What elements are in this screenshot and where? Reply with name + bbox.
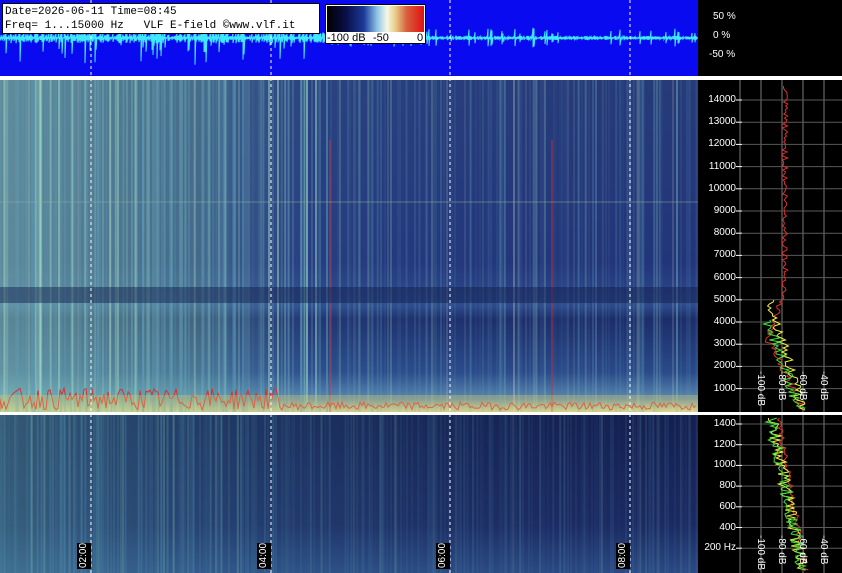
time-label-0800: 08:00 xyxy=(616,542,630,569)
date-time-line: Date=2026-06-11 Time=08:45 xyxy=(5,6,177,18)
freq-label: 1400 xyxy=(713,418,736,429)
colorbar-min-label: -100 dB xyxy=(327,32,366,44)
freq-label: 200 Hz xyxy=(704,542,736,554)
db-label: -80 dB xyxy=(776,535,787,565)
freq-label: 9000 xyxy=(713,205,736,216)
low-band-glow xyxy=(0,395,698,412)
colorbar-legend: -100 dB -50 0 xyxy=(325,4,426,44)
waveform-scale-top: 50 % xyxy=(713,11,736,22)
freq-label: 800 xyxy=(719,480,736,492)
time-label-0200: 02:00 xyxy=(77,542,91,569)
time-label-0400: 04:00 xyxy=(257,542,271,569)
freq-label: 1200 xyxy=(713,438,736,450)
freq-label: 11000 xyxy=(708,160,736,172)
colorbar-mid-label: -50 xyxy=(373,32,389,44)
db-label: -100 dB xyxy=(755,535,766,571)
info-header: Date=2026-06-11 Time=08:45 Freq= 1...150… xyxy=(2,3,320,34)
vlf-monitor-display: Date=2026-06-11 Time=08:45 Freq= 1...150… xyxy=(0,0,842,573)
separator-bar-2 xyxy=(0,412,842,415)
freq-label: 12000 xyxy=(708,138,736,150)
db-label: -100 dB xyxy=(755,371,766,407)
freq-label: 3000 xyxy=(713,338,736,350)
freq-label: 4000 xyxy=(713,316,736,327)
db-label: -40 dB xyxy=(818,371,829,401)
freq-label: 400 xyxy=(719,521,736,533)
freq-label: 1000 xyxy=(713,382,736,394)
freq-label: 600 xyxy=(719,500,736,512)
db-label: -60 dB xyxy=(797,535,808,565)
separator-bar xyxy=(0,76,842,80)
db-label: -60 dB xyxy=(797,371,808,401)
band-5000hz xyxy=(0,287,698,303)
freq-label: 14000 xyxy=(708,94,736,105)
db-label: -40 dB xyxy=(818,535,829,565)
frequency-range-line: Freq= 1...15000 Hz VLF E-field ©www.vlf.… xyxy=(5,20,296,32)
freq-label: 1000 xyxy=(713,459,736,471)
time-label-0600: 06:00 xyxy=(436,542,450,569)
freq-label: 2000 xyxy=(713,360,736,372)
freq-label: 10000 xyxy=(708,182,736,194)
colorbar-max-label: 0 xyxy=(417,32,424,44)
freq-label: 8000 xyxy=(713,227,736,239)
freq-label: 13000 xyxy=(708,116,736,128)
db-label: -80 dB xyxy=(776,371,787,401)
freq-label: 6000 xyxy=(713,271,736,283)
waveform-scale-mid: 0 % xyxy=(713,30,731,41)
freq-label: 7000 xyxy=(713,249,736,261)
colorbar-gradient xyxy=(327,6,424,32)
freq-label: 5000 xyxy=(713,293,736,305)
waveform-scale-bottom: -50 % xyxy=(709,49,736,60)
